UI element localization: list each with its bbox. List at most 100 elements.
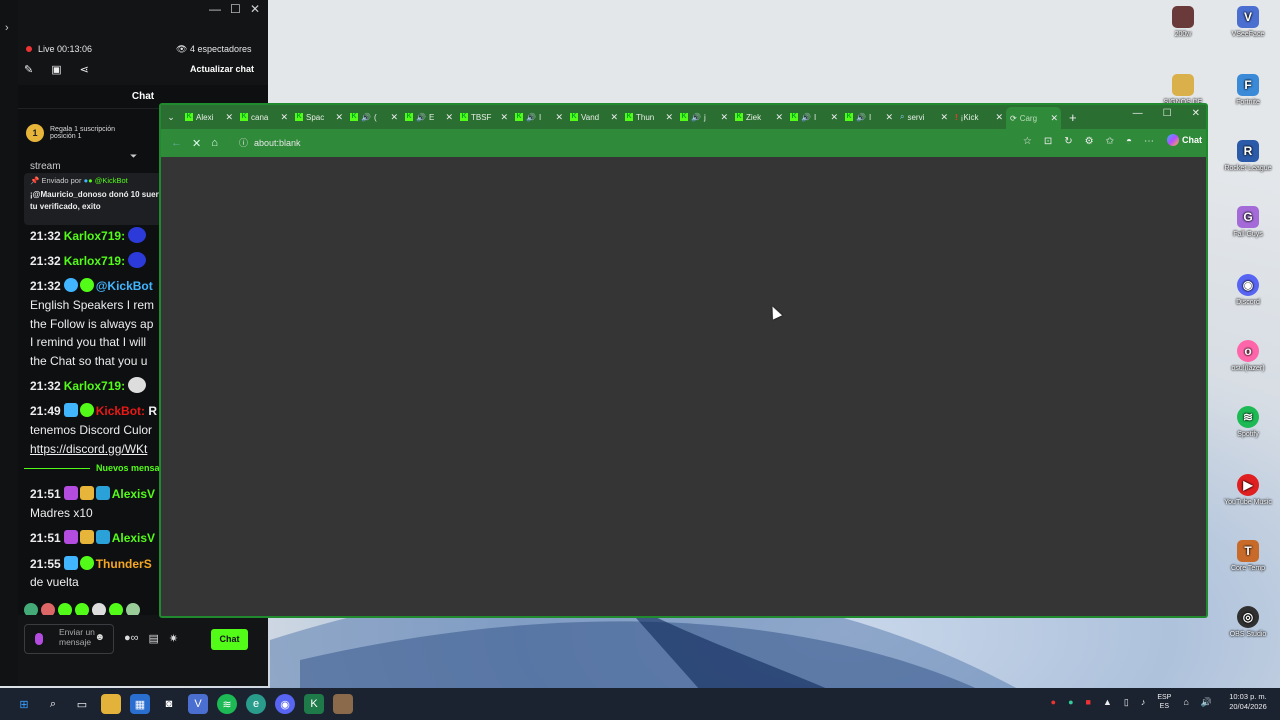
- close-tab-icon[interactable]: ✕: [720, 112, 728, 123]
- clip-icon[interactable]: ▣: [51, 63, 61, 76]
- gift-sub-banner[interactable]: 1 Regala 1 suscripción posición 1: [26, 115, 166, 151]
- mic-icon[interactable]: ♪: [1141, 697, 1146, 707]
- browser-tab[interactable]: K Thun ✕: [621, 107, 676, 127]
- tab-list-chevron-icon[interactable]: ⌄: [161, 112, 181, 123]
- clock[interactable]: 10:03 p. m. 20/04/2026: [1224, 692, 1272, 712]
- refresh-chat-button[interactable]: Actualizar chat: [190, 64, 254, 74]
- browser-tab[interactable]: K 🔊 I ✕: [841, 107, 896, 127]
- close-tab-icon[interactable]: ✕: [995, 112, 1003, 123]
- store-icon[interactable]: ▤: [149, 632, 159, 645]
- browser-tab[interactable]: ⌕ servi ✕: [896, 107, 951, 127]
- desktop-icon-spotify[interactable]: ≋ Spotify: [1220, 406, 1276, 439]
- desktop-icon-core-temp[interactable]: T Core Temp: [1220, 540, 1276, 573]
- desktop-icon-200w[interactable]: 200w: [1155, 6, 1211, 39]
- discord-link[interactable]: https://discord.gg/WKt: [30, 440, 147, 458]
- emoji-icon[interactable]: ☻: [94, 633, 105, 643]
- new-tab-button[interactable]: +: [1069, 110, 1077, 125]
- kick-app-icon[interactable]: K: [304, 694, 324, 714]
- vseeface-icon[interactable]: V: [188, 694, 208, 714]
- network-tray-icon[interactable]: ▲: [1103, 697, 1112, 707]
- address-bar[interactable]: ⓘ about:blank: [239, 136, 301, 149]
- desktop-icon-fall-guys[interactable]: G Fall Guys: [1220, 206, 1276, 239]
- maximize-button[interactable]: ☐: [230, 2, 241, 16]
- close-tab-icon[interactable]: ✕: [280, 112, 288, 123]
- close-tab-icon[interactable]: ✕: [225, 112, 233, 123]
- desktop-icon-osu[interactable]: o osu!(lazer): [1220, 340, 1276, 373]
- close-button[interactable]: ✕: [250, 2, 260, 16]
- favorites-icon[interactable]: ✩: [1106, 136, 1114, 147]
- language-indicator[interactable]: ESP ES: [1157, 693, 1171, 711]
- desktop-icon-fortnite[interactable]: F Fortnite: [1220, 74, 1276, 107]
- wifi-icon[interactable]: ⌂: [1183, 697, 1188, 707]
- points-icon[interactable]: ●∞: [124, 632, 139, 645]
- stop-loading-icon[interactable]: ✕: [192, 137, 201, 150]
- edge-icon[interactable]: e: [246, 694, 266, 714]
- browser-tab[interactable]: K 🔊 E ✕: [401, 107, 456, 127]
- browser-tab[interactable]: K Alexi ✕: [181, 107, 236, 127]
- gear-icon[interactable]: ✷: [169, 632, 178, 645]
- more-icon[interactable]: ⋯: [1144, 136, 1154, 147]
- volume-icon[interactable]: 🔊: [1201, 697, 1212, 708]
- expand-chevron-icon[interactable]: ›: [5, 22, 9, 34]
- desktop-icon-rocket-league[interactable]: R Rocket League: [1220, 140, 1276, 173]
- screenshot-icon[interactable]: ⊡: [1044, 136, 1052, 147]
- send-chat-button[interactable]: Chat: [211, 629, 248, 650]
- discord-icon[interactable]: ◉: [275, 694, 295, 714]
- desktop-icon-youtube-music[interactable]: ▶ YouTube Music: [1220, 474, 1276, 507]
- close-tab-icon[interactable]: ✕: [885, 112, 893, 123]
- status-tray-icon[interactable]: ●: [1068, 697, 1073, 707]
- close-tab-icon[interactable]: ✕: [610, 112, 618, 123]
- browser-tab[interactable]: K 🔊 I ✕: [511, 107, 566, 127]
- emote-icon[interactable]: [75, 603, 89, 615]
- chat-input[interactable]: Enviar un mensaje ☻: [24, 624, 114, 654]
- emote-icon[interactable]: [126, 603, 140, 615]
- close-tab-icon[interactable]: ✕: [775, 112, 783, 123]
- close-tab-icon[interactable]: ✕: [335, 112, 343, 123]
- desktop-icon-obs[interactable]: ◎ OBS Studio: [1220, 606, 1276, 639]
- copilot-chat-button[interactable]: Chat: [1167, 134, 1202, 146]
- pencil-icon[interactable]: ✎: [24, 63, 33, 76]
- usb-tray-icon[interactable]: ▯: [1124, 697, 1129, 708]
- emote-icon[interactable]: [92, 603, 106, 615]
- emote-icon[interactable]: [41, 603, 55, 615]
- camera-icon[interactable]: ◙: [159, 694, 179, 714]
- file-explorer-icon[interactable]: [101, 694, 121, 714]
- refresh-icon[interactable]: ↻: [1064, 136, 1072, 147]
- spotify-icon[interactable]: ≋: [217, 694, 237, 714]
- close-tab-icon[interactable]: ✕: [555, 112, 563, 123]
- desktop-icon-vseeface[interactable]: V VSeeFace: [1220, 6, 1276, 39]
- emote-icon[interactable]: [58, 603, 72, 615]
- task-view-icon[interactable]: ▭: [72, 694, 92, 714]
- browser-tab[interactable]: K 🔊 I ✕: [786, 107, 841, 127]
- emote-icon[interactable]: [109, 603, 123, 615]
- close-tab-icon[interactable]: ✕: [665, 112, 673, 123]
- browser-tab[interactable]: K Spac ✕: [291, 107, 346, 127]
- browser-tab[interactable]: ! ¡Kick ✕: [951, 107, 1006, 127]
- browser-tab[interactable]: K TBSF ✕: [456, 107, 511, 127]
- browser-tab[interactable]: K Vand ✕: [566, 107, 621, 127]
- mic-tray-icon[interactable]: ●: [1051, 697, 1056, 707]
- close-tab-icon[interactable]: ✕: [940, 112, 948, 123]
- share-icon[interactable]: ⋖: [80, 63, 89, 76]
- close-button[interactable]: ✕: [1192, 108, 1200, 119]
- emote-icon[interactable]: [24, 603, 38, 615]
- avatar-app-icon[interactable]: [333, 694, 353, 714]
- close-tab-icon[interactable]: ✕: [390, 112, 398, 123]
- browser-tab[interactable]: Kcana ✕: [236, 107, 291, 127]
- avatar[interactable]: ◓: [1126, 136, 1132, 147]
- extensions-icon[interactable]: ⚙: [1085, 136, 1094, 147]
- star-icon[interactable]: ☆: [1023, 136, 1032, 147]
- search-icon[interactable]: ⌕: [43, 694, 63, 714]
- app-tray-icon[interactable]: ■: [1086, 697, 1091, 707]
- close-tab-icon[interactable]: ✕: [445, 112, 453, 123]
- close-tab-icon[interactable]: ✕: [1050, 113, 1058, 124]
- close-tab-icon[interactable]: ✕: [830, 112, 838, 123]
- windows-start-icon[interactable]: ⊞: [14, 694, 34, 714]
- home-icon[interactable]: ⌂: [211, 137, 218, 149]
- minimize-button[interactable]: —: [209, 2, 221, 16]
- close-tab-icon[interactable]: ✕: [500, 112, 508, 123]
- store-icon[interactable]: ▦: [130, 694, 150, 714]
- browser-tab[interactable]: K 🔊(✕: [346, 107, 401, 127]
- browser-tab[interactable]: K 🔊 j ✕: [676, 107, 731, 127]
- desktop-icon-discord[interactable]: ◉ Discord: [1220, 274, 1276, 307]
